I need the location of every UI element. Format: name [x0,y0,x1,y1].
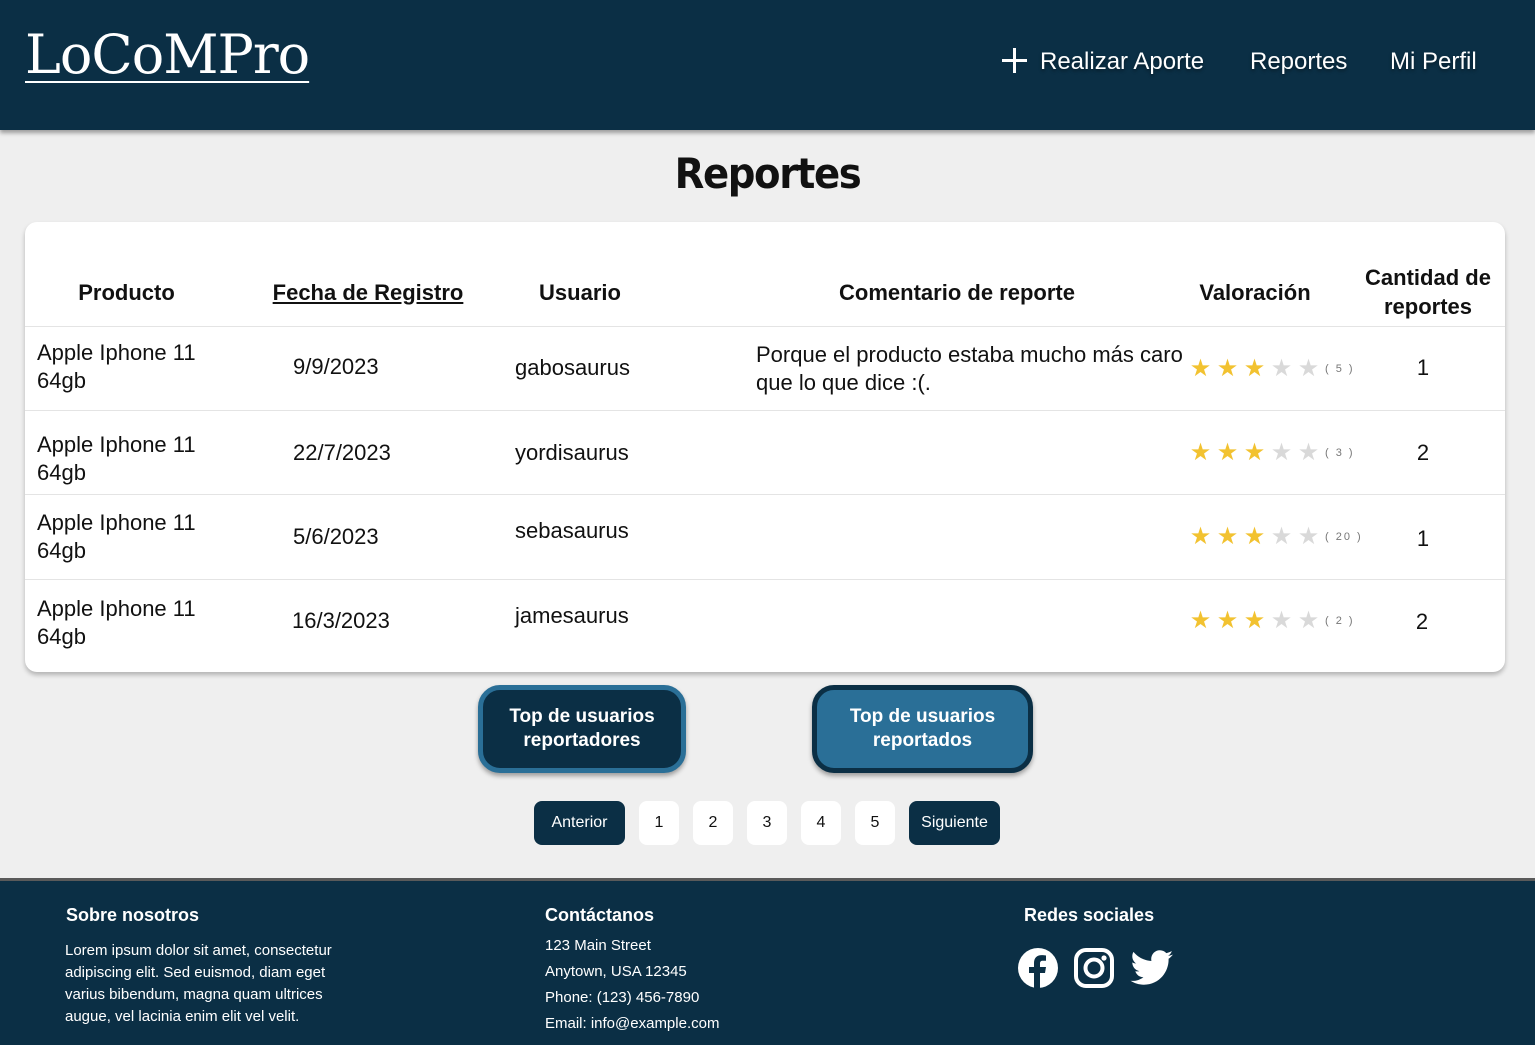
star-filled-icon: ★ [1216,439,1239,466]
row-usuario: gabosaurus [515,355,630,380]
column-header-fecha-registro[interactable]: Fecha de Registro [261,262,475,322]
star-filled-icon: ★ [1189,607,1212,634]
pagination-page-5[interactable]: 5 [855,801,895,845]
rating-count: ( 3 ) [1325,447,1355,459]
rating-count: ( 2 ) [1325,615,1355,627]
star-empty-icon: ★ [1297,439,1320,466]
footer-contact-line: Anytown, USA 12345 [545,963,687,980]
row-fecha: 9/9/2023 [293,354,379,379]
column-header-valoracion: Valoración [1199,279,1311,305]
row-usuario: yordisaurus [515,440,629,465]
column-header-comentario: Comentario de reporte [839,279,1075,305]
footer-about-text: Lorem ipsum dolor sit amet, consectetur … [65,942,332,1025]
footer-contact-title: Contáctanos [545,905,655,925]
star-empty-icon: ★ [1297,607,1320,634]
column-header-cantidad-reportes: Cantidad de reportes [1365,265,1491,319]
pagination-next-button[interactable]: Siguiente [909,801,1000,845]
table-row[interactable]: Apple Iphone 11 64gb 9/9/2023 gabosaurus… [25,326,1505,410]
row-rating: ★ ★ ★ ★ ★ ( 20 ) [1187,525,1363,549]
twitter-icon[interactable] [1130,946,1174,990]
star-filled-icon: ★ [1189,439,1212,466]
star-filled-icon: ★ [1189,523,1212,550]
star-empty-icon: ★ [1297,355,1320,382]
nav-realizar-aporte-label: Realizar Aporte [1040,48,1205,75]
row-rating: ★ ★ ★ ★ ★ ( 5 ) [1187,357,1355,381]
top-navbar: LoCoMPro Realizar Aporte Reportes Mi Per… [0,0,1535,130]
row-cantidad: 2 [1415,609,1429,634]
star-empty-icon: ★ [1270,523,1293,550]
row-producto: Apple Iphone 11 64gb [37,510,196,563]
pagination-page-2[interactable]: 2 [693,801,733,845]
row-producto: Apple Iphone 11 64gb [37,340,196,393]
facebook-icon[interactable] [1016,946,1060,990]
footer-contact-line: 123 Main Street [545,937,651,954]
row-fecha: 22/7/2023 [293,440,391,465]
row-producto: Apple Iphone 11 64gb [37,596,196,649]
nav-reportes[interactable]: Reportes [1250,44,1347,80]
row-cantidad: 1 [1416,526,1430,551]
row-rating: ★ ★ ★ ★ ★ ( 3 ) [1187,441,1355,465]
footer-contact-line: Phone: (123) 456-7890 [545,989,700,1006]
row-cantidad: 1 [1416,355,1430,380]
logo[interactable]: LoCoMPro [25,24,310,86]
top-reportadores-button[interactable]: Top de usuarios reportadores [478,685,686,773]
row-usuario: sebasaurus [515,518,629,543]
star-filled-icon: ★ [1189,355,1212,382]
pagination-page-1[interactable]: 1 [639,801,679,845]
star-filled-icon: ★ [1243,523,1266,550]
rating-count: ( 20 ) [1325,531,1363,543]
footer-about-title: Sobre nosotros [66,905,200,925]
star-empty-icon: ★ [1270,439,1293,466]
row-fecha: 5/6/2023 [293,524,379,549]
row-fecha: 16/3/2023 [292,608,390,633]
table-row[interactable]: Apple Iphone 11 64gb 22/7/2023 yordisaur… [25,410,1505,494]
star-filled-icon: ★ [1216,607,1239,634]
star-empty-icon: ★ [1270,607,1293,634]
instagram-icon[interactable] [1072,946,1116,990]
star-filled-icon: ★ [1243,607,1266,634]
nav-mi-perfil[interactable]: Mi Perfil [1390,44,1477,80]
nav-realizar-aporte[interactable]: Realizar Aporte [1002,44,1204,80]
pagination-prev-button[interactable]: Anterior [534,801,625,845]
star-filled-icon: ★ [1216,355,1239,382]
page-title: Reportes [674,149,862,198]
footer-social-title: Redes sociales [1024,905,1155,925]
reports-table: Producto Fecha de Registro Usuario Comen… [25,222,1505,672]
top-reportados-button[interactable]: Top de usuarios reportados [812,685,1033,773]
footer: Sobre nosotros Lorem ipsum dolor sit ame… [0,878,1535,1045]
column-header-usuario: Usuario [539,279,621,305]
plus-icon [1002,48,1027,73]
row-usuario: jamesaurus [515,603,629,628]
row-comentario: Porque el producto estaba mucho más caro… [756,342,1183,395]
row-rating: ★ ★ ★ ★ ★ ( 2 ) [1187,609,1355,633]
star-filled-icon: ★ [1216,523,1239,550]
row-cantidad: 2 [1416,440,1430,465]
footer-contact-line[interactable]: Email: info@example.com [545,1011,719,1037]
pagination-page-4[interactable]: 4 [801,801,841,845]
column-header-producto: Producto [78,279,175,305]
star-empty-icon: ★ [1270,355,1293,382]
pagination-page-3[interactable]: 3 [747,801,787,845]
star-empty-icon: ★ [1297,523,1320,550]
rating-count: ( 5 ) [1325,363,1355,375]
row-producto: Apple Iphone 11 64gb [37,432,196,485]
table-row[interactable]: Apple Iphone 11 64gb 16/3/2023 jamesauru… [25,579,1505,672]
table-row[interactable]: Apple Iphone 11 64gb 5/6/2023 sebasaurus… [25,494,1505,579]
star-filled-icon: ★ [1243,355,1266,382]
star-filled-icon: ★ [1243,439,1266,466]
